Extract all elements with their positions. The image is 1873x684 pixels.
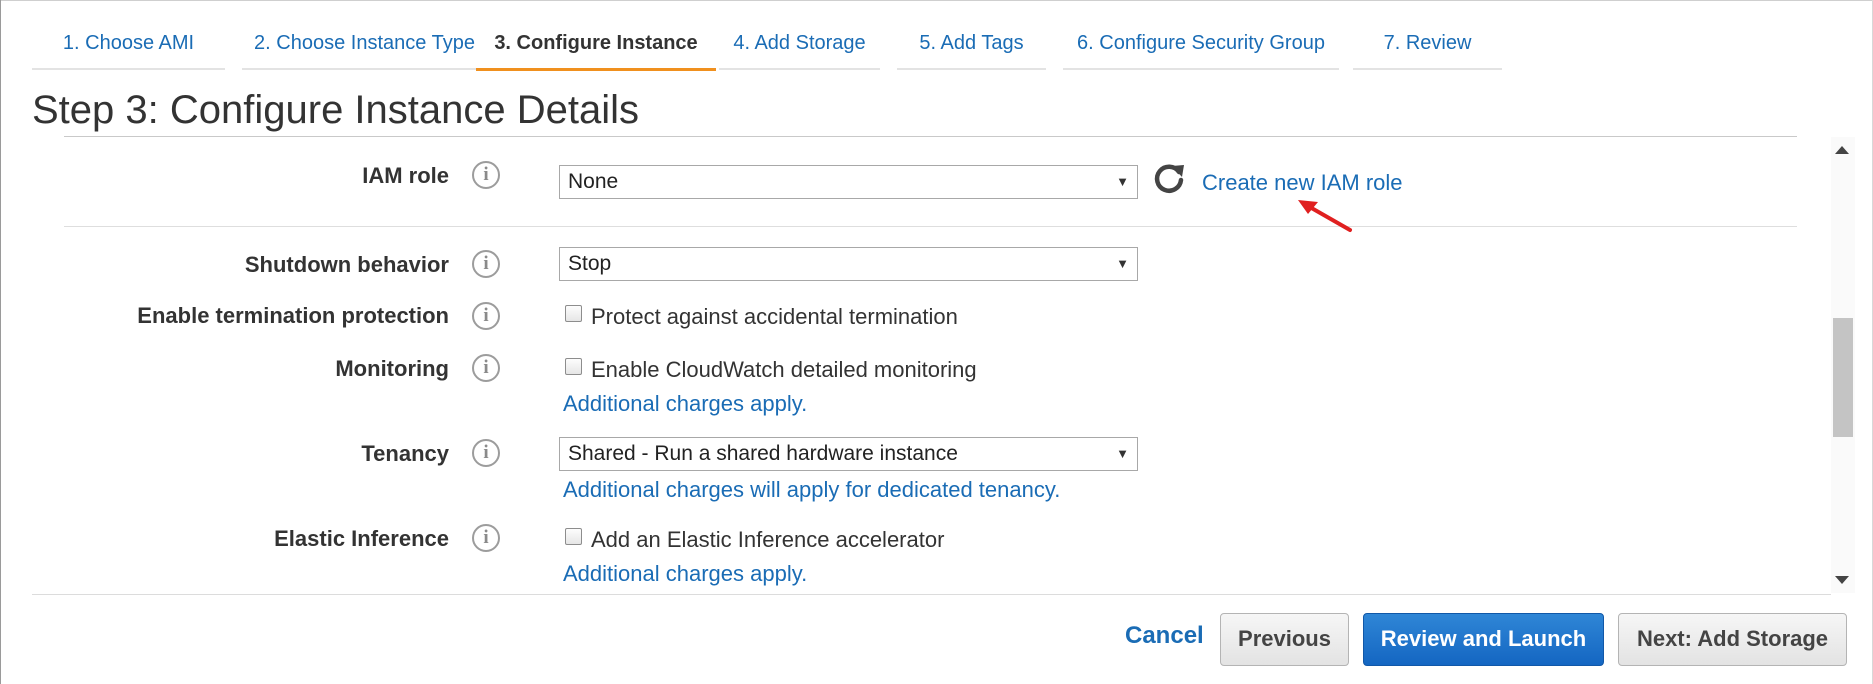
refresh-icon[interactable]: [1151, 160, 1187, 196]
elastic-inference-checkbox[interactable]: [565, 528, 582, 545]
iam-role-value: None: [568, 170, 619, 193]
tab-add-tags[interactable]: 5. Add Tags: [897, 14, 1046, 70]
iam-role-label: IAM role: [362, 163, 449, 188]
tenancy-info-icon[interactable]: i: [472, 439, 500, 467]
termination-protection-checkbox[interactable]: [565, 305, 582, 322]
shutdown-behavior-value: Stop: [568, 252, 612, 275]
iam-divider: [64, 226, 1797, 227]
monitoring-checkbox-label[interactable]: Enable CloudWatch detailed monitoring: [591, 357, 977, 383]
tab-choose-ami[interactable]: 1. Choose AMI: [32, 14, 225, 70]
tab-configure-security-group[interactable]: 6. Configure Security Group: [1063, 14, 1339, 70]
tenancy-select[interactable]: Shared - Run a shared hardware instance …: [559, 437, 1138, 471]
caret-down-icon: ▼: [1116, 174, 1129, 189]
termination-protection-label: Enable termination protection: [137, 303, 449, 328]
tab-configure-instance[interactable]: 3. Configure Instance: [476, 14, 716, 71]
tab-add-storage[interactable]: 4. Add Storage: [719, 14, 880, 70]
scroll-up-arrow-icon[interactable]: [1835, 146, 1849, 154]
page-title: Step 3: Configure Instance Details: [32, 88, 640, 132]
shutdown-behavior-select[interactable]: Stop ▼: [559, 247, 1138, 281]
create-iam-role-link[interactable]: Create new IAM role: [1202, 170, 1403, 196]
shutdown-behavior-label: Shutdown behavior: [244, 252, 449, 277]
termination-info-icon[interactable]: i: [472, 302, 500, 330]
elastic-inference-info-icon[interactable]: i: [472, 524, 500, 552]
red-arrow-annotation: [1298, 200, 1352, 232]
monitoring-charges-link[interactable]: Additional charges apply.: [563, 391, 807, 417]
monitoring-checkbox[interactable]: [565, 358, 582, 375]
tenancy-label: Tenancy: [361, 441, 449, 466]
scroll-down-arrow-icon[interactable]: [1835, 576, 1849, 584]
shutdown-info-icon[interactable]: i: [472, 250, 500, 278]
tenancy-value: Shared - Run a shared hardware instance: [568, 442, 958, 465]
iam-role-info-icon[interactable]: i: [472, 161, 500, 189]
scroll-thumb[interactable]: [1833, 318, 1853, 437]
dedicated-tenancy-charges-link[interactable]: Additional charges will apply for dedica…: [563, 477, 1060, 503]
termination-protection-checkbox-label[interactable]: Protect against accidental termination: [591, 304, 958, 330]
elastic-inference-charges-link[interactable]: Additional charges apply.: [563, 561, 807, 587]
vertical-scrollbar[interactable]: [1831, 137, 1855, 593]
tab-choose-instance-type[interactable]: 2. Choose Instance Type: [242, 14, 487, 70]
elastic-inference-label: Elastic Inference: [274, 526, 449, 551]
footer-divider: [32, 594, 1831, 595]
monitoring-info-icon[interactable]: i: [472, 354, 500, 382]
monitoring-label: Monitoring: [335, 356, 449, 381]
tab-review[interactable]: 7. Review: [1353, 14, 1502, 70]
form-scroll-area: IAM role i None ▼ Create new IAM role Sh…: [0, 137, 1873, 593]
elastic-inference-checkbox-label[interactable]: Add an Elastic Inference accelerator: [591, 527, 944, 553]
caret-down-icon: ▼: [1116, 446, 1129, 461]
cancel-button[interactable]: Cancel: [1125, 622, 1204, 650]
iam-role-select[interactable]: None ▼: [559, 165, 1138, 199]
review-and-launch-button[interactable]: Review and Launch: [1363, 613, 1604, 666]
next-add-storage-button[interactable]: Next: Add Storage: [1618, 613, 1847, 666]
caret-down-icon: ▼: [1116, 256, 1129, 271]
window-top-border: [0, 0, 1873, 1]
previous-button[interactable]: Previous: [1220, 613, 1349, 666]
